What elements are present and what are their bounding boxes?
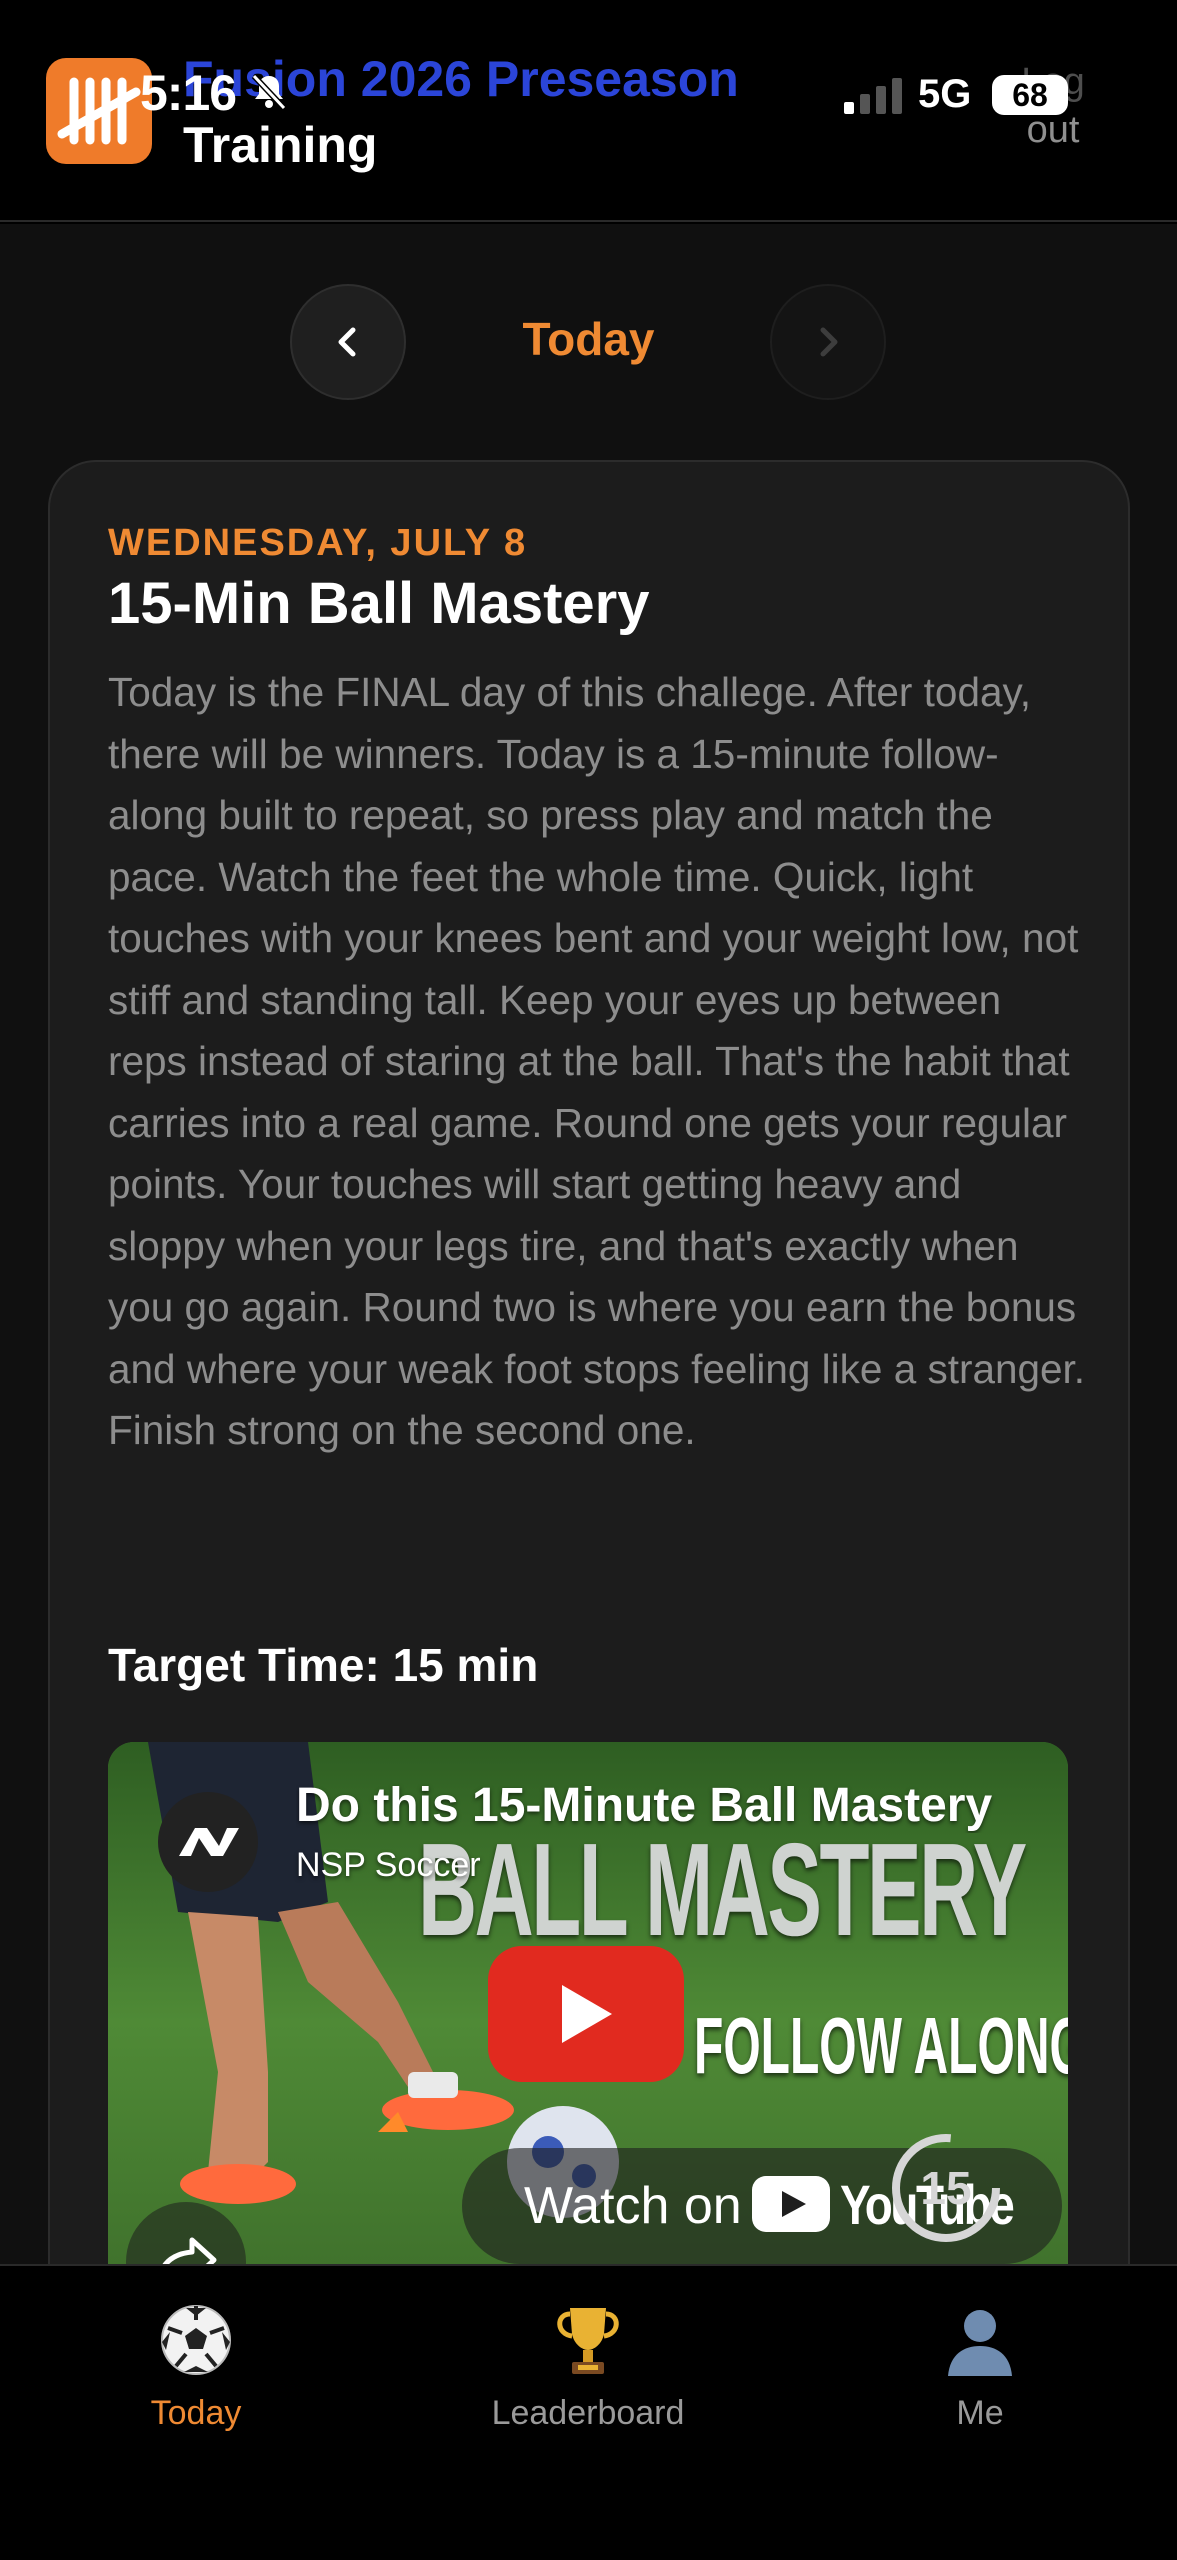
video-channel-name[interactable]: NSP Soccer (296, 1846, 481, 1885)
thumbnail-headline: BALL MASTERY (418, 1816, 1027, 1963)
trophy-icon (557, 2308, 619, 2374)
network-type: 5G (918, 72, 972, 116)
app-header: Fusion 2026 Preseason Training 5:16 5G L… (0, 0, 1177, 222)
challenge-description: Today is the FINAL day of this challege.… (108, 669, 1086, 1453)
channel-avatar[interactable] (158, 1792, 258, 1892)
main-content: Today WEDNESDAY, JULY 8 15-Min Ball Mast… (0, 224, 1177, 2266)
bell-muted-icon (251, 73, 287, 111)
play-button[interactable] (488, 1946, 684, 2082)
chevron-left-icon (338, 327, 356, 357)
current-day-label: Today (522, 313, 655, 365)
team-title: Fusion 2026 Preseason Training (183, 46, 739, 178)
battery-indicator: 68 (992, 75, 1068, 115)
challenge-date: WEDNESDAY, JULY 8 (108, 522, 528, 564)
tab-today-label: Today (150, 2394, 242, 2432)
tab-today[interactable]: Today (46, 2300, 346, 2433)
share-arrow-icon (161, 2237, 217, 2266)
challenge-card: WEDNESDAY, JULY 8 15-Min Ball Mastery To… (48, 460, 1130, 2266)
status-time: 5:16 (140, 65, 237, 121)
timer-badge-icon: 15 (892, 2134, 1000, 2242)
video-embed[interactable]: BALL MASTERY FOLLOW ALONG Do this 15-Min… (108, 1742, 1068, 2266)
team-title-line2: Training (183, 117, 378, 173)
tab-me[interactable]: Me (830, 2300, 1130, 2433)
timer-badge-value: 15 (920, 2162, 971, 2214)
soccer-ball-icon (161, 2305, 231, 2375)
youtube-logo-icon (752, 2176, 830, 2232)
app-logo-icon (46, 58, 152, 164)
bottom-tab-bar: Today Leaderboard Me (0, 2264, 1177, 2560)
challenge-title: 15-Min Ball Mastery (108, 571, 650, 636)
next-day-button[interactable] (770, 284, 886, 400)
previous-day-button[interactable] (290, 284, 406, 400)
nsp-logo-icon (179, 1828, 239, 1856)
cellular-signal-icon (844, 78, 902, 114)
tab-leaderboard[interactable]: Leaderboard (438, 2300, 738, 2433)
thumbnail-subheadline: FOLLOW ALONG (694, 2001, 1068, 2090)
watch-on-label: Watch on (524, 2177, 742, 2235)
day-navigation: Today (0, 284, 1177, 400)
play-icon (562, 1985, 612, 2043)
chevron-right-icon (820, 327, 838, 357)
target-time: Target Time: 15 min (108, 1639, 539, 1691)
person-icon (948, 2310, 1012, 2376)
tab-leaderboard-label: Leaderboard (491, 2394, 685, 2432)
video-title[interactable]: Do this 15-Minute Ball Mastery (296, 1778, 1056, 1833)
tab-me-label: Me (956, 2394, 1004, 2432)
